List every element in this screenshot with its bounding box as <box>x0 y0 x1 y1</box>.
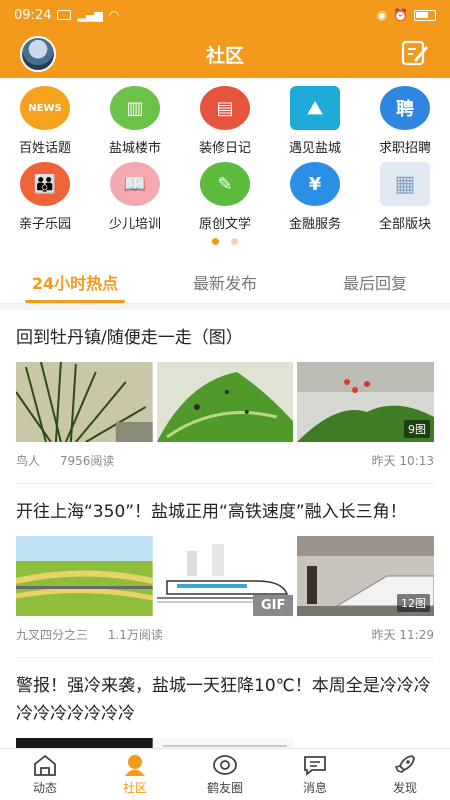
alarm-icon: ⏰ <box>393 8 408 22</box>
post-image-garden[interactable]: 9图 <box>297 362 435 442</box>
header: 社区 <box>0 30 450 78</box>
category-label: 全部版块 <box>378 217 431 232</box>
landscape-icon: ⛰ <box>290 86 340 130</box>
category-grid[interactable]: ▦ 全部版块 <box>360 162 450 232</box>
post-reads: 1.1万阅读 <box>107 628 163 642</box>
post-images: GIF 12图 <box>16 536 435 616</box>
post-image-fields[interactable] <box>16 536 153 616</box>
nav-community[interactable]: 社区 <box>90 749 180 800</box>
page-title: 社区 <box>205 44 244 67</box>
message-icon <box>304 756 326 776</box>
category-reading[interactable]: 📖 少儿培训 <box>90 162 180 232</box>
building-icon: ▥ <box>110 86 160 130</box>
category-notebook[interactable]: ▤ 装修日记 <box>180 86 270 156</box>
post-item[interactable]: 回到牡丹镇/随便走一走（图） 9图 鸟人 7956阅读 昨天 10:13 <box>16 310 435 484</box>
recruit-icon: 聘 <box>380 86 430 130</box>
tab-last-reply[interactable]: 最后回复 <box>300 260 450 303</box>
post-reads: 7956阅读 <box>59 454 115 468</box>
category-label: 遇见盐城 <box>288 141 341 156</box>
status-time: 09:24 <box>14 7 52 23</box>
post-title[interactable]: 回到牡丹镇/随便走一走（图） <box>16 324 434 352</box>
compose-icon[interactable] <box>400 38 430 68</box>
post-image-station[interactable]: 12图 <box>297 536 435 616</box>
category-label: 求职招聘 <box>378 141 431 156</box>
community-icon <box>125 755 145 776</box>
gif-badge: GIF <box>252 595 294 616</box>
money-bag-icon: ¥ <box>290 162 340 206</box>
category-building[interactable]: ▥ 盐城楼市 <box>90 86 180 156</box>
image-count-badge: 9图 <box>404 420 431 438</box>
feed-tabs: 24小时热点 最新发布 最后回复 <box>0 260 450 304</box>
category-grid: NEWS 百姓话题 ▥ 盐城楼市 ▤ 装修日记 ⛰ 遇见盐城 聘求职招聘 👪 亲子乐园 📖 少儿培训 ✎ 原… <box>0 78 450 232</box>
category-money-bag[interactable]: ¥ 金融服务 <box>270 162 360 232</box>
category-label: 原创文学 <box>198 217 251 232</box>
home-icon <box>34 754 56 776</box>
post-images: 9图 <box>16 362 435 442</box>
page-indicator <box>0 234 450 248</box>
app-root: 09:24 ▂▄▆ ◠ ◉ ⏰ 社区 NEWS 百姓话题 ▥ 盐城楼市 ▤ 装修日记 ⛰ 遇见… <box>0 0 450 800</box>
category-family[interactable]: 👪 亲子乐园 <box>0 162 90 232</box>
post-feed: 回到牡丹镇/随便走一走（图） 9图 鸟人 7956阅读 昨天 10:13 开往上… <box>0 310 450 800</box>
wifi-icon: ◠ <box>108 8 120 22</box>
nav-label: 社区 <box>122 781 147 795</box>
post-image-grass[interactable] <box>16 362 153 442</box>
nav-label: 动态 <box>32 781 57 795</box>
post-item[interactable]: 开往上海“350”！盐城正用“高铁速度”融入长三角！ GIF 12图 九叉四分之… <box>16 484 435 658</box>
bottom-nav: 动态 社区 鹤友圈 消息 发现 <box>0 748 450 800</box>
reading-icon: 📖 <box>110 162 160 206</box>
nav-messages[interactable]: 消息 <box>270 749 360 800</box>
signal-icon: ▂▄▆ <box>77 8 103 22</box>
category-label: 少儿培训 <box>108 217 161 232</box>
nav-crane-circle[interactable]: 鹤友圈 <box>180 749 270 800</box>
category-label: 金融服务 <box>288 217 341 232</box>
nav-dynamic[interactable]: 动态 <box>0 749 90 800</box>
page-dot-1 <box>212 237 219 245</box>
family-icon: 👪 <box>20 162 70 206</box>
category-label: 装修日记 <box>198 141 251 156</box>
nav-label: 消息 <box>302 781 327 795</box>
notebook-icon: ▤ <box>200 86 250 130</box>
post-title[interactable]: 警报！强冷来袭，盐城一天狂降10℃！本周全是冷冷冷冷冷冷冷冷冷冷 <box>16 672 434 728</box>
post-author[interactable]: 九叉四分之三 <box>16 628 88 642</box>
grid-icon: ▦ <box>380 162 430 206</box>
status-bar: 09:24 ▂▄▆ ◠ ◉ ⏰ <box>0 0 450 30</box>
category-label: 百姓话题 <box>18 141 71 156</box>
notification-icon <box>57 10 72 20</box>
category-recruit[interactable]: 聘求职招聘 <box>360 86 450 156</box>
post-meta: 九叉四分之三 1.1万阅读 昨天 11:29 <box>16 626 434 658</box>
category-reader[interactable]: ✎ 原创文学 <box>180 162 270 232</box>
avatar[interactable] <box>20 36 56 72</box>
rocket-icon <box>394 755 415 773</box>
reader-icon: ✎ <box>200 162 250 206</box>
nfc-icon: ◉ <box>376 8 388 22</box>
tab-hot[interactable]: 24小时热点 <box>0 260 150 303</box>
post-title[interactable]: 开往上海“350”！盐城正用“高铁速度”融入长三角！ <box>16 498 434 526</box>
nav-label: 发现 <box>392 781 417 795</box>
post-time: 昨天 11:29 <box>371 628 434 642</box>
post-author[interactable]: 鸟人 <box>16 454 40 468</box>
post-image-train-illustration[interactable]: GIF <box>156 536 294 616</box>
post-time: 昨天 10:13 <box>371 454 434 468</box>
category-label: 亲子乐园 <box>18 217 71 232</box>
post-image-leaf[interactable] <box>156 362 294 442</box>
post-meta: 鸟人 7956阅读 昨天 10:13 <box>16 452 434 484</box>
image-count-badge: 12图 <box>397 594 431 612</box>
category-label: 盐城楼市 <box>108 141 161 156</box>
category-news[interactable]: NEWS 百姓话题 <box>0 86 90 156</box>
news-icon: NEWS <box>20 86 70 130</box>
page-dot-2 <box>231 237 238 245</box>
camera-icon <box>213 755 237 775</box>
tab-latest[interactable]: 最新发布 <box>150 260 300 303</box>
top-bar: 09:24 ▂▄▆ ◠ ◉ ⏰ 社区 <box>0 0 450 78</box>
category-landscape[interactable]: ⛰ 遇见盐城 <box>270 86 360 156</box>
nav-discover[interactable]: 发现 <box>360 749 450 800</box>
battery-icon <box>414 9 436 21</box>
nav-label: 鹤友圈 <box>206 781 243 795</box>
